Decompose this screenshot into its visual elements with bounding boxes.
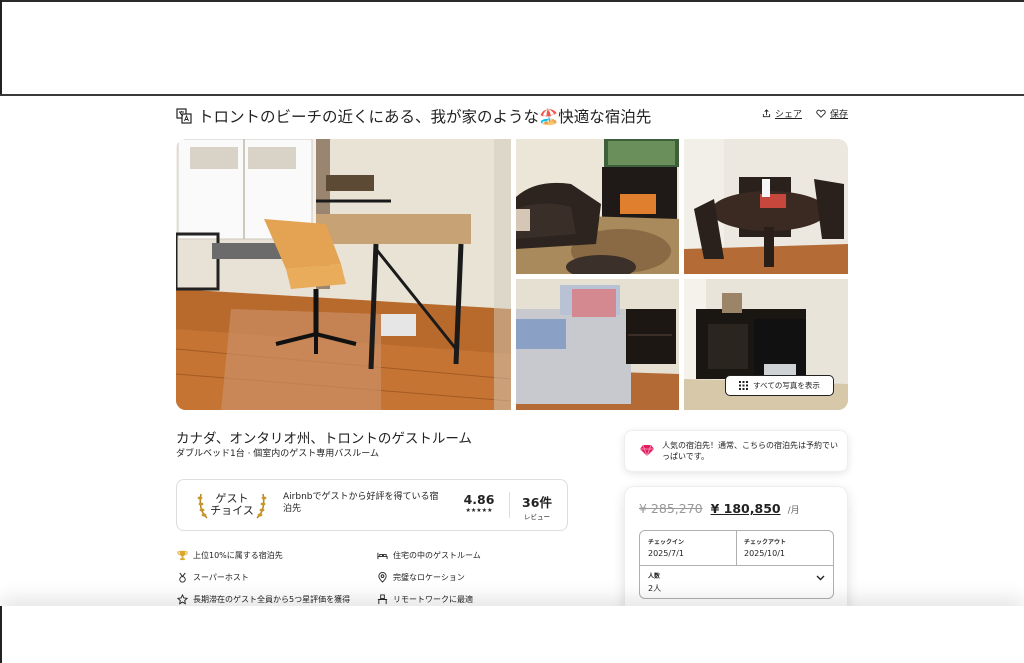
price-line: ¥ 285,270 ¥ 180,850 /月 bbox=[639, 501, 800, 516]
original-price: ¥ 285,270 bbox=[639, 501, 703, 516]
feature-label: 長期滞在のゲスト全員から5つ星評価を獲得 bbox=[193, 595, 351, 604]
photo-living-room[interactable] bbox=[516, 139, 679, 274]
feature-label: リモートワークに最適 bbox=[393, 595, 473, 604]
photo-main-desk[interactable] bbox=[176, 139, 511, 410]
listing-location: カナダ、オンタリオ州、トロントのゲストルーム bbox=[176, 431, 472, 447]
browser-top-area bbox=[0, 0, 1024, 96]
guest-choice-line2: チョイス bbox=[210, 504, 254, 517]
feature-top10: 上位10%に属する宿泊先 bbox=[177, 550, 283, 561]
feature-label: 上位10%に属する宿泊先 bbox=[193, 551, 283, 560]
popular-notice: 人気の宿泊先！通常、こちらの宿泊先は予約でいっぱいです。 bbox=[624, 430, 848, 472]
review-label: レビュー bbox=[524, 513, 550, 521]
share-button[interactable]: シェア bbox=[762, 107, 802, 120]
guest-choice-description: Airbnbでゲストから好評を得ている宿泊先 bbox=[283, 492, 439, 514]
diamond-icon bbox=[640, 444, 654, 457]
photo-bedroom[interactable] bbox=[516, 279, 679, 410]
header-divider bbox=[0, 94, 1024, 96]
rating-block: 4.86 ★★★★★ bbox=[459, 492, 499, 514]
checkin-field[interactable]: チェックイン 2025/7/1 bbox=[648, 537, 684, 558]
chevron-down-icon[interactable] bbox=[816, 575, 825, 581]
left-edge bbox=[0, 0, 2, 96]
review-count: 36件 bbox=[522, 495, 552, 510]
checkin-label: チェックイン bbox=[648, 539, 685, 546]
checkout-field[interactable]: チェックアウト 2025/10/1 bbox=[744, 537, 786, 558]
guest-card-divider bbox=[509, 492, 510, 518]
location-pin-icon bbox=[378, 572, 387, 583]
picker-horizontal-divider bbox=[640, 565, 833, 566]
translate-icon[interactable] bbox=[176, 108, 192, 124]
save-label: 保存 bbox=[829, 110, 848, 120]
bed-icon bbox=[377, 552, 388, 560]
photo-gallery bbox=[176, 139, 848, 410]
price-period: /月 bbox=[787, 506, 800, 516]
guest-choice-badge: ゲスト チョイス bbox=[193, 489, 271, 521]
rating-value: 4.86 bbox=[463, 492, 495, 507]
reviews-block[interactable]: 36件 レビュー bbox=[517, 492, 557, 521]
share-label: シェア bbox=[774, 110, 802, 120]
guests-label: 人数 bbox=[648, 573, 661, 580]
popular-text: 人気の宿泊先！通常、こちらの宿泊先は予約でいっぱいです。 bbox=[662, 441, 838, 461]
trophy-icon bbox=[177, 550, 188, 561]
title-row: トロントのビーチの近くにある、我が家のような🏖️快適な宿泊先 シェア 保存 bbox=[176, 104, 848, 128]
star-icon bbox=[177, 594, 188, 605]
grid-icon bbox=[739, 381, 749, 390]
save-button[interactable]: 保存 bbox=[816, 107, 848, 120]
guests-field[interactable]: 人数 2人 bbox=[648, 571, 661, 594]
medal-icon bbox=[179, 572, 186, 583]
laurel-right-icon bbox=[256, 493, 267, 519]
show-all-photos-label: すべての写真を表示 bbox=[753, 381, 820, 390]
photo-dining[interactable] bbox=[684, 139, 848, 274]
bottom-left-edge bbox=[0, 606, 2, 663]
picker-vertical-divider bbox=[736, 531, 737, 565]
title-actions: シェア 保存 bbox=[762, 107, 848, 120]
feature-room-type: 住宅の中のゲストルーム bbox=[377, 550, 481, 561]
guest-choice-label: ゲスト チョイス bbox=[210, 493, 254, 517]
listing-title: トロントのビーチの近くにある、我が家のような🏖️快適な宿泊先 bbox=[198, 108, 652, 126]
guest-choice-card[interactable]: ゲスト チョイス Airbnbでゲストから好評を得ている宿泊先 4.86 ★★★… bbox=[176, 479, 568, 531]
discount-price[interactable]: ¥ 180,850 bbox=[711, 501, 781, 516]
feature-5star: 長期滞在のゲスト全員から5つ星評価を獲得 bbox=[177, 594, 350, 605]
guests-value: 2人 bbox=[648, 584, 662, 593]
feature-label: 住宅の中のゲストルーム bbox=[393, 551, 481, 560]
checkout-value: 2025/10/1 bbox=[744, 549, 786, 558]
heart-icon bbox=[816, 109, 826, 118]
feature-superhost: スーパーホスト bbox=[177, 572, 249, 583]
feature-remote-work: リモートワークに最適 bbox=[377, 594, 473, 605]
checkout-label: チェックアウト bbox=[744, 539, 787, 546]
checkin-value: 2025/7/1 bbox=[648, 549, 684, 558]
laurel-left-icon bbox=[197, 493, 208, 519]
top-border bbox=[0, 0, 1024, 2]
desk-icon bbox=[377, 594, 388, 605]
bottom-white-area bbox=[0, 606, 1024, 663]
listing-subtitle: ダブルベッド1台 · 個室内のゲスト専用バスルーム bbox=[176, 449, 380, 459]
feature-location: 完璧なロケーション bbox=[377, 572, 465, 583]
date-guest-picker: チェックイン 2025/7/1 チェックアウト 2025/10/1 人数 2人 bbox=[639, 530, 834, 599]
feature-label: 完璧なロケーション bbox=[393, 573, 465, 582]
share-icon bbox=[762, 109, 771, 118]
rating-stars: ★★★★★ bbox=[465, 507, 493, 514]
feature-label: スーパーホスト bbox=[193, 573, 249, 582]
show-all-photos-button[interactable]: すべての写真を表示 bbox=[725, 375, 834, 396]
